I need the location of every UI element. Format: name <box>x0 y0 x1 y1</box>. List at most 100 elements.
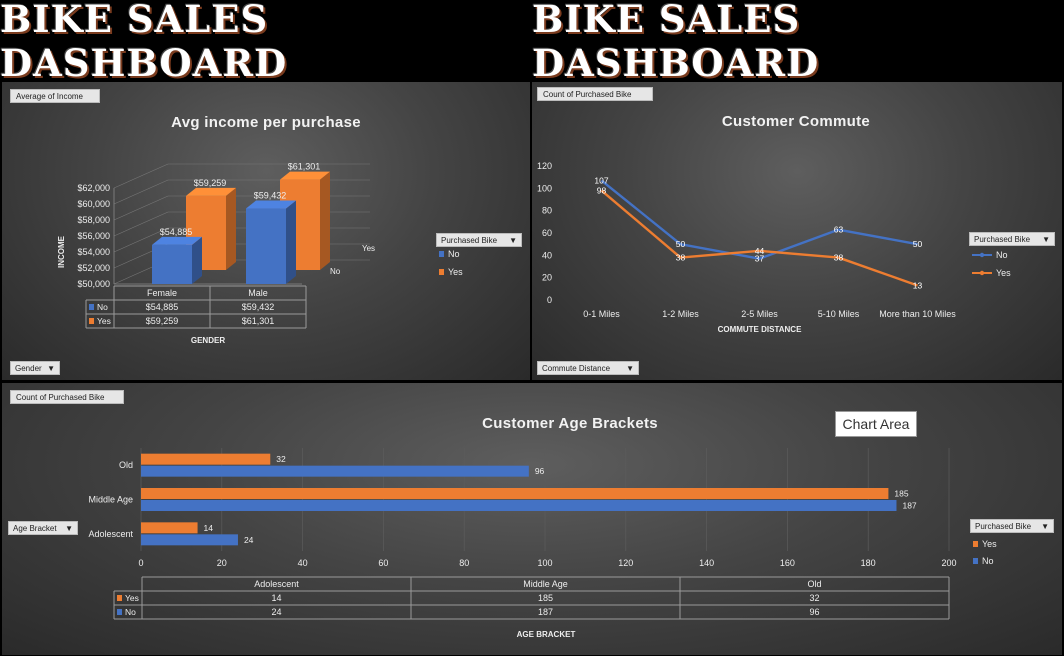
x-tick-label: 180 <box>861 558 876 568</box>
table-cell: 187 <box>538 607 553 617</box>
commute-distance-filter-dropdown[interactable]: Commute Distance ▼ <box>537 361 639 375</box>
table-row-label: Yes <box>97 316 111 326</box>
data-label: $61,301 <box>288 162 321 172</box>
age-legend-dropdown[interactable]: Purchased Bike ▼ <box>970 519 1054 533</box>
table-col-header: Female <box>147 288 177 298</box>
chevron-down-icon: ▼ <box>65 524 73 533</box>
x-tick-label: 200 <box>941 558 956 568</box>
x-tick-label: 0-1 Miles <box>583 309 620 319</box>
commute-distance-filter-label: Commute Distance <box>542 364 611 373</box>
legend-label: No <box>448 249 460 259</box>
x-tick-label: 160 <box>780 558 795 568</box>
x-axis-label: GENDER <box>191 336 225 345</box>
x-tick-label: 20 <box>217 558 227 568</box>
y-tick-label: $50,000 <box>77 279 110 289</box>
y-tick-label: 120 <box>537 161 552 171</box>
table-row-label: Yes <box>125 593 139 603</box>
age-legend-dropdown-label: Purchased Bike <box>975 522 1032 531</box>
legend-label: No <box>996 250 1008 260</box>
data-label: $54,885 <box>160 227 193 237</box>
legend-label: No <box>982 556 994 566</box>
x-tick-label: 2-5 Miles <box>741 309 778 319</box>
table-row-label: No <box>97 302 108 312</box>
gender-filter-dropdown[interactable]: Gender ▼ <box>10 361 60 375</box>
chevron-down-icon: ▼ <box>626 364 634 373</box>
chevron-down-icon: ▼ <box>47 364 55 373</box>
data-label: 38 <box>676 253 686 263</box>
bar <box>141 522 198 534</box>
bar <box>141 465 529 477</box>
dashboard-title-left: BIKE SALES DASHBOARD <box>0 0 288 85</box>
gridline-side <box>113 195 169 221</box>
table-cell: $59,432 <box>242 302 275 312</box>
legend-label: Yes <box>982 539 997 549</box>
bar <box>152 244 192 284</box>
gridline-side <box>113 179 169 205</box>
legend-marker <box>979 252 985 258</box>
table-cell: 24 <box>271 607 281 617</box>
income-legend-dropdown[interactable]: Purchased Bike ▼ <box>436 233 522 247</box>
legend-swatch <box>973 541 978 547</box>
bar <box>141 453 271 465</box>
gridline-side <box>113 163 169 189</box>
y-tick-label: Middle Age <box>88 495 133 505</box>
table-cell: $59,259 <box>146 316 179 326</box>
x-tick-label: 100 <box>537 558 552 568</box>
series-line <box>600 189 918 287</box>
chevron-down-icon: ▼ <box>1041 522 1049 531</box>
legend-swatch <box>439 251 444 257</box>
data-label: 44 <box>755 246 765 256</box>
table-col-header: Old <box>807 579 821 589</box>
bar <box>246 208 286 284</box>
data-label: 63 <box>834 225 844 235</box>
x-tick-label: 80 <box>459 558 469 568</box>
depth-axis-label: Yes <box>362 244 375 253</box>
data-label: 98 <box>597 186 607 196</box>
legend-swatch <box>973 558 978 564</box>
bar-side <box>192 236 202 284</box>
chevron-down-icon: ▼ <box>1042 235 1050 244</box>
dashboard-title-right: BIKE SALES DASHBOARD <box>532 0 820 85</box>
data-label: 96 <box>535 466 545 476</box>
chevron-down-icon: ▼ <box>509 236 517 245</box>
x-tick-label: 40 <box>298 558 308 568</box>
y-tick-label: 20 <box>542 273 552 283</box>
table-row-label: No <box>125 607 136 617</box>
y-tick-label: $56,000 <box>77 231 110 241</box>
legend-swatch <box>439 269 444 275</box>
y-tick-label: $60,000 <box>77 199 110 209</box>
table-cell: 185 <box>538 593 553 603</box>
y-axis-label: INCOME <box>57 235 66 268</box>
legend-key <box>89 304 94 310</box>
income-chart-panel[interactable]: Average of Income Avg income per purchas… <box>2 82 530 380</box>
y-tick-label: 40 <box>542 250 552 260</box>
commute-legend-dropdown-label: Purchased Bike <box>974 235 1031 244</box>
data-label: 24 <box>244 535 254 545</box>
data-label: 14 <box>204 523 214 533</box>
depth-axis-label: No <box>330 267 341 276</box>
age-chart: 0 20 40 60 80 100 120 140 160 180 200 Adolescent 14 2… <box>88 448 997 639</box>
x-tick-label: 1-2 Miles <box>662 309 699 319</box>
commute-chart-panel[interactable]: Count of Purchased Bike Customer Commute… <box>532 82 1062 380</box>
data-label: 187 <box>902 501 916 511</box>
data-label: 50 <box>913 239 923 249</box>
legend-key <box>117 609 122 615</box>
y-tick-label: $54,000 <box>77 247 110 257</box>
bar <box>141 500 897 511</box>
age-chart-panel[interactable]: Count of Purchased Bike Customer Age Bra… <box>2 383 1062 655</box>
x-tick-label: 140 <box>699 558 714 568</box>
y-tick-label: 0 <box>547 295 552 305</box>
age-bracket-filter-dropdown[interactable]: Age Bracket ▼ <box>8 521 78 535</box>
commute-legend-dropdown[interactable]: Purchased Bike ▼ <box>969 232 1055 246</box>
legend-key <box>117 595 122 601</box>
table-cell: 32 <box>809 593 819 603</box>
y-tick-label: 100 <box>537 183 552 193</box>
bar-side <box>286 200 296 284</box>
legend-key <box>89 318 94 324</box>
legend-label: Yes <box>448 267 463 277</box>
data-label: 50 <box>676 239 686 249</box>
y-tick-label: Adolescent <box>88 529 133 539</box>
table-cell: $61,301 <box>242 316 275 326</box>
table-cell: $54,885 <box>146 302 179 312</box>
data-label: $59,259 <box>194 178 227 188</box>
